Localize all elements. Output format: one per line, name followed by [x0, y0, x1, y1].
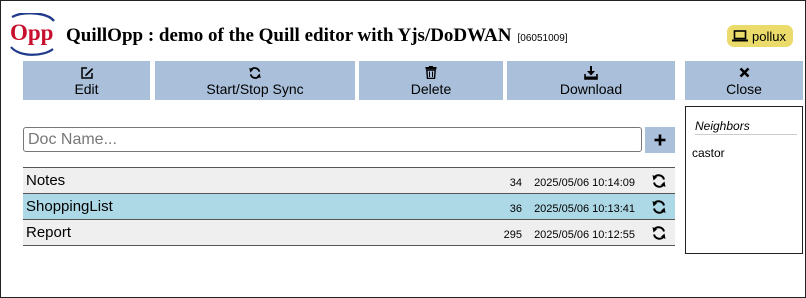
document-name: Report — [26, 224, 72, 241]
document-size: 34 — [509, 177, 522, 189]
neighbors-panel: Neighbors castor — [685, 106, 803, 254]
user-badge: pollux — [727, 25, 793, 47]
close-label: Close — [726, 81, 762, 97]
logo-text: Opp — [10, 20, 53, 45]
quillopp-logo: Opp — [10, 13, 55, 56]
document-row[interactable]: Report 295 2025/05/06 10:12:55 — [23, 220, 675, 246]
app-window: Opp QuillOpp : demo of the Quill editor … — [0, 0, 806, 298]
download-label: Download — [559, 81, 623, 97]
document-name: ShoppingList — [26, 198, 113, 215]
download-button[interactable]: Download — [507, 61, 675, 100]
sync-icon[interactable] — [651, 173, 667, 189]
user-name: pollux — [752, 28, 786, 44]
sync-icon[interactable] — [651, 199, 667, 215]
sync-icon — [249, 66, 261, 79]
version-tag: [06051009] — [517, 33, 568, 44]
document-date: 2025/05/06 10:12:55 — [534, 229, 635, 241]
page-title: QuillOpp : demo of the Quill editor with… — [66, 25, 568, 47]
document-list: Notes 34 2025/05/06 10:14:09 ShoppingLis… — [23, 167, 675, 246]
doc-name-input[interactable] — [23, 127, 642, 152]
close-button[interactable]: Close — [685, 61, 803, 100]
plus-icon — [654, 134, 666, 146]
app-title: QuillOpp : demo of the Quill editor with… — [66, 25, 512, 46]
edit-icon — [80, 66, 93, 79]
trash-icon — [425, 66, 437, 79]
document-row[interactable]: Notes 34 2025/05/06 10:14:09 — [23, 168, 675, 194]
neighbor-item[interactable]: castor — [692, 146, 725, 160]
close-icon — [739, 67, 749, 78]
document-size: 295 — [503, 229, 522, 241]
laptop-icon — [732, 30, 748, 42]
document-name: Notes — [26, 172, 66, 189]
delete-button[interactable]: Delete — [359, 61, 503, 100]
document-row[interactable]: ShoppingList 36 2025/05/06 10:13:41 — [23, 194, 675, 220]
start-stop-sync-button[interactable]: Start/Stop Sync — [155, 61, 355, 100]
document-date: 2025/05/06 10:14:09 — [534, 177, 635, 189]
add-doc-button[interactable] — [645, 127, 675, 153]
download-icon — [584, 65, 598, 80]
sync-label: Start/Stop Sync — [206, 81, 304, 97]
edit-label: Edit — [74, 81, 99, 97]
sync-icon[interactable] — [651, 225, 667, 241]
neighbors-title: Neighbors — [695, 119, 797, 135]
document-size: 36 — [509, 203, 522, 215]
edit-button[interactable]: Edit — [23, 61, 150, 100]
delete-label: Delete — [410, 81, 452, 97]
document-date: 2025/05/06 10:13:41 — [534, 203, 635, 215]
